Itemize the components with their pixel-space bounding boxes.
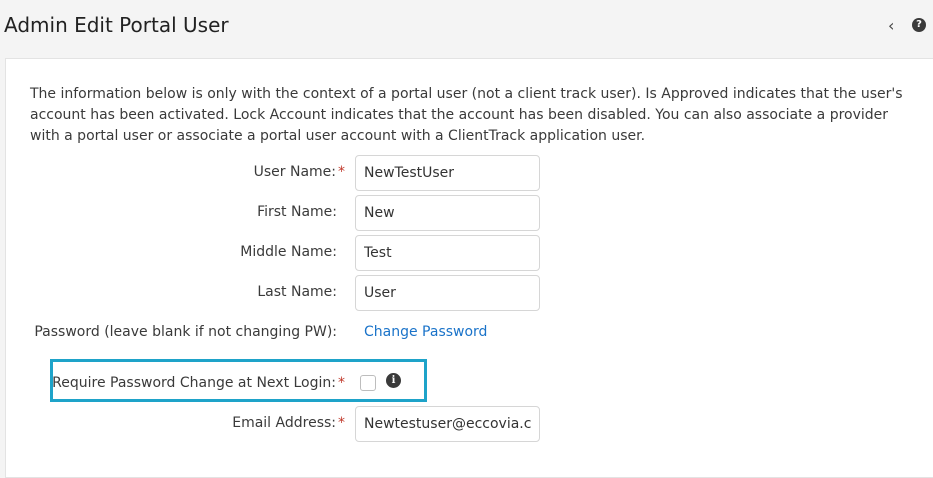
user-name-label-text: User Name: [253, 164, 336, 180]
middle-name-label: Middle Name: [240, 244, 337, 260]
user-name-input[interactable] [355, 155, 540, 191]
page-title: Admin Edit Portal User [4, 13, 229, 37]
first-name-input[interactable] [355, 195, 540, 231]
password-label: Password (leave blank if not changing PW… [34, 324, 337, 340]
email-input[interactable] [355, 406, 540, 442]
last-name-input[interactable] [355, 275, 540, 311]
change-password-link[interactable]: Change Password [364, 324, 487, 340]
user-name-label: User Name: * [254, 164, 345, 180]
require-change-label: Require Password Change at Next Login: * [52, 375, 345, 391]
require-change-checkbox[interactable] [360, 375, 376, 391]
chevron-left-icon[interactable]: ‹ [888, 16, 894, 36]
last-name-label: Last Name: [257, 284, 337, 300]
email-label: Email Address: * [232, 415, 345, 431]
help-icon[interactable]: ? [912, 18, 926, 32]
intro-text: The information below is only with the c… [30, 86, 903, 144]
first-name-label: First Name: [257, 204, 337, 220]
info-icon[interactable]: i [386, 373, 401, 388]
require-change-label-text: Require Password Change at Next Login: [52, 375, 336, 391]
required-marker: * [338, 375, 345, 391]
middle-name-input[interactable] [355, 235, 540, 271]
required-marker: * [338, 164, 345, 180]
page-header: Admin Edit Portal User ‹ ? [0, 0, 933, 56]
required-marker: * [338, 415, 345, 431]
email-label-text: Email Address: [232, 415, 336, 431]
